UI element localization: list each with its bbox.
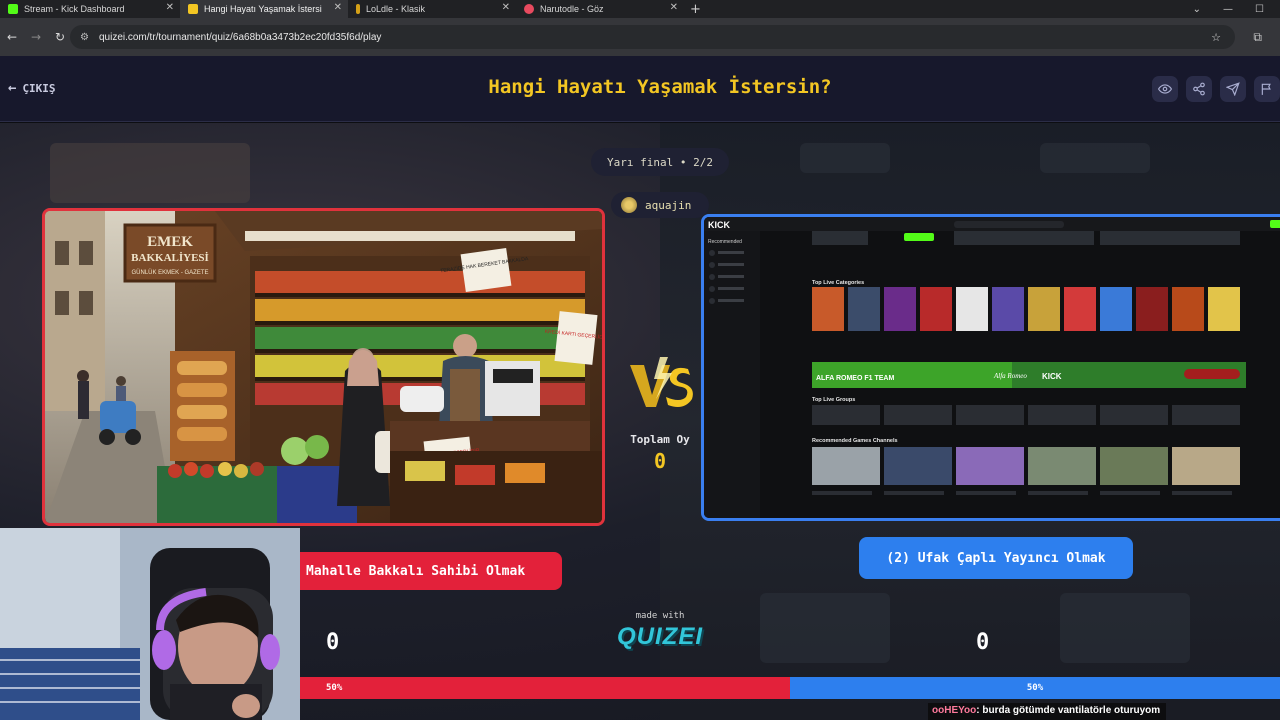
- chat-message: : burda götümde vantilatörle oturuyom: [976, 705, 1161, 716]
- total-votes-count: 0: [653, 449, 667, 473]
- share-icon[interactable]: [1186, 76, 1212, 102]
- bookmark-star-icon[interactable]: ☆: [1211, 31, 1221, 44]
- close-icon[interactable]: ✕: [670, 2, 678, 13]
- extensions-icon[interactable]: ⧉: [1253, 30, 1262, 45]
- narutodle-favicon-icon: [524, 4, 534, 14]
- avatar: [621, 197, 637, 213]
- tab-label: Narutodle - Göz: [540, 4, 604, 14]
- vote-percentage-bar: 50% 50%: [300, 677, 1280, 699]
- tab-label: LoLdle - Klasik: [366, 4, 426, 14]
- kick-homepage-picture: KICK Recommended Top Live Categories ALF…: [704, 217, 1280, 518]
- page-title: Hangi Hayatı Yaşamak İstersin?: [488, 76, 832, 98]
- option-left-button[interactable]: Mahalle Bakkalı Sahibi Olmak: [300, 552, 562, 590]
- creator-name: aquajin: [645, 198, 692, 212]
- score-right: 0: [976, 630, 990, 655]
- option-right-image[interactable]: KICK Recommended Top Live Categories ALF…: [701, 214, 1280, 521]
- browser-toolbar: ← → ↻ ⚙ quizei.com/tr/tournament/quiz/6a…: [0, 18, 1280, 56]
- tab-search-icon[interactable]: ⌄: [1193, 4, 1201, 15]
- minimize-icon[interactable]: —: [1223, 4, 1233, 15]
- made-with-label: made with: [635, 611, 685, 621]
- back-icon[interactable]: ←: [0, 30, 24, 44]
- quizei-logo: QUIZEI: [616, 623, 703, 650]
- quiz-stage: Yarı final • 2/2 aquajin EMEK BAKKALİYES…: [0, 123, 1280, 720]
- stream-chat-overlay: ooHEYoo: burda götümde vantilatörle otur…: [928, 703, 1167, 720]
- site-info-icon[interactable]: ⚙: [80, 32, 89, 43]
- reload-icon[interactable]: ↻: [48, 30, 72, 44]
- round-indicator: Yarı final • 2/2: [591, 148, 729, 176]
- percent-left: 50%: [326, 683, 343, 693]
- eye-icon[interactable]: [1152, 76, 1178, 102]
- kick-groups-title: Top Live Groups: [812, 397, 855, 403]
- tab-loldle[interactable]: LoLdle - Klasik ✕: [348, 0, 516, 18]
- webcam-overlay: [0, 528, 300, 720]
- sign-text-3: GÜNLÜK EKMEK - GAZETE: [131, 269, 208, 276]
- vote-bar-left: 50%: [300, 677, 790, 699]
- close-icon[interactable]: ✕: [334, 2, 342, 13]
- kick-sidebar-label: Recommended: [708, 239, 742, 245]
- tab-label: Stream - Kick Dashboard: [24, 4, 125, 14]
- flag-icon[interactable]: [1254, 76, 1280, 102]
- kick-banner-text: ALFA ROMEO F1 TEAM: [816, 375, 894, 382]
- tab-narutodle[interactable]: Narutodle - Göz ✕: [516, 0, 684, 18]
- vs-icon: [626, 355, 696, 415]
- tab-kick-dashboard[interactable]: Stream - Kick Dashboard ✕: [0, 0, 180, 18]
- quizei-favicon-icon: [188, 4, 198, 14]
- percent-right: 50%: [1026, 683, 1044, 693]
- forward-icon[interactable]: →: [24, 30, 48, 44]
- kick-banner-tag: Alfa Romeo: [993, 372, 1027, 380]
- total-votes-label: Toplam Oy: [630, 433, 690, 446]
- vote-bar-right: 50%: [790, 677, 1280, 699]
- address-bar[interactable]: ⚙ quizei.com/tr/tournament/quiz/6a68b0a3…: [70, 25, 1235, 49]
- option-left-image[interactable]: EMEK BAKKALİYESİ GÜNLÜK EKMEK - GAZETE T…: [42, 208, 605, 526]
- window-controls: ⌄ — ☐: [1193, 0, 1280, 18]
- kick-games-title: Recommended Games Channels: [812, 438, 898, 444]
- loldle-favicon-icon: [356, 4, 360, 14]
- browser-tab-bar: Stream - Kick Dashboard ✕ Hangi Hayatı Y…: [0, 0, 1280, 18]
- header-actions: [1152, 76, 1280, 102]
- streamer-webcam-picture: [0, 528, 300, 720]
- chat-username: ooHEYoo: [932, 705, 977, 716]
- quiz-header: ← ÇIKIŞ Hangi Hayatı Yaşamak İstersin?: [0, 56, 1280, 122]
- kick-favicon-icon: [8, 4, 18, 14]
- grocery-store-picture: EMEK BAKKALİYESİ GÜNLÜK EKMEK - GAZETE T…: [45, 211, 602, 523]
- sign-text-1: EMEK: [147, 234, 193, 250]
- score-left: 0: [326, 630, 340, 655]
- sign-text-2: BAKKALİYESİ: [131, 252, 209, 264]
- url-text: quizei.com/tr/tournament/quiz/6a68b0a347…: [98, 31, 382, 43]
- kick-logo-text: KICK: [708, 220, 730, 230]
- close-icon[interactable]: ✕: [166, 2, 174, 13]
- tab-quiz[interactable]: Hangi Hayatı Yaşamak İstersin? ✕: [180, 0, 348, 18]
- option-right-button[interactable]: (2) Ufak Çaplı Yayıncı Olmak: [859, 537, 1133, 579]
- maximize-icon[interactable]: ☐: [1255, 4, 1264, 15]
- new-tab-icon[interactable]: +: [690, 2, 701, 17]
- close-icon[interactable]: ✕: [502, 2, 510, 13]
- creator-badge[interactable]: aquajin: [611, 192, 709, 218]
- kick-banner-brand: KICK: [1042, 372, 1062, 381]
- kick-section-title: Top Live Categories: [812, 280, 864, 286]
- tab-label: Hangi Hayatı Yaşamak İstersin?: [204, 4, 322, 14]
- send-icon[interactable]: [1220, 76, 1246, 102]
